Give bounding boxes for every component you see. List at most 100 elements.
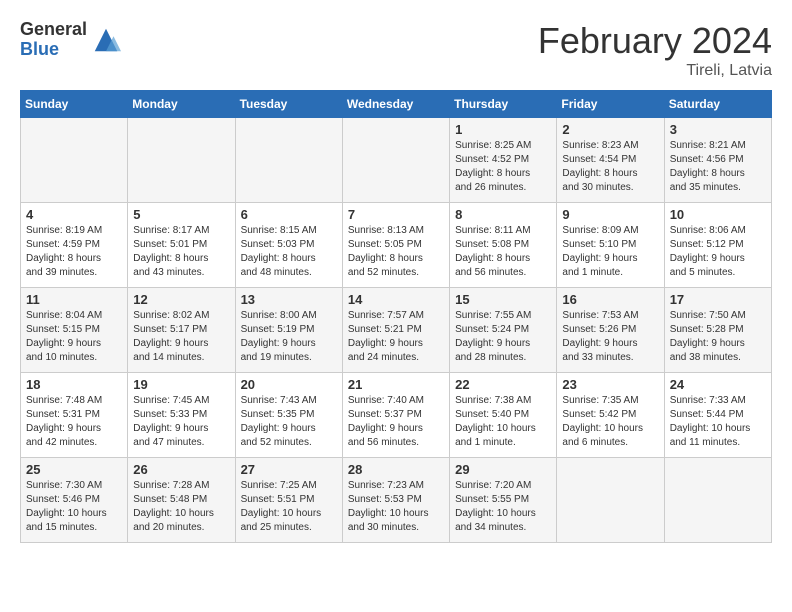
day-number: 20 — [241, 377, 337, 392]
weekday-header-wednesday: Wednesday — [342, 91, 449, 118]
day-number: 12 — [133, 292, 229, 307]
day-info: Sunrise: 7:30 AM Sunset: 5:46 PM Dayligh… — [26, 479, 122, 535]
calendar-cell: 8 Sunrise: 8:11 AM Sunset: 5:08 PM Daylig… — [450, 203, 557, 288]
day-number: 3 — [670, 122, 766, 137]
day-number: 4 — [26, 207, 122, 222]
calendar-cell: 11 Sunrise: 8:04 AM Sunset: 5:15 PM Dayli… — [21, 288, 128, 373]
calendar-cell: 14 Sunrise: 7:57 AM Sunset: 5:21 PM Dayli… — [342, 288, 449, 373]
weekday-header-friday: Friday — [557, 91, 664, 118]
day-info: Sunrise: 7:57 AM Sunset: 5:21 PM Dayligh… — [348, 309, 444, 365]
day-number: 27 — [241, 462, 337, 477]
day-info: Sunrise: 8:25 AM Sunset: 4:52 PM Dayligh… — [455, 139, 551, 195]
calendar-cell: 25 Sunrise: 7:30 AM Sunset: 5:46 PM Dayli… — [21, 458, 128, 543]
day-number: 25 — [26, 462, 122, 477]
day-number: 2 — [562, 122, 658, 137]
day-number: 19 — [133, 377, 229, 392]
day-info: Sunrise: 7:50 AM Sunset: 5:28 PM Dayligh… — [670, 309, 766, 365]
week-row-1: 1 Sunrise: 8:25 AM Sunset: 4:52 PM Daylig… — [21, 118, 772, 203]
calendar-cell: 3 Sunrise: 8:21 AM Sunset: 4:56 PM Daylig… — [664, 118, 771, 203]
day-number: 10 — [670, 207, 766, 222]
day-info: Sunrise: 7:23 AM Sunset: 5:53 PM Dayligh… — [348, 479, 444, 535]
day-number: 17 — [670, 292, 766, 307]
calendar-cell: 13Sunrise: 8:00 AM Sunset: 5:19 PM Dayli… — [235, 288, 342, 373]
day-info: Sunrise: 7:20 AM Sunset: 5:55 PM Dayligh… — [455, 479, 551, 535]
day-info: Sunrise: 7:48 AM Sunset: 5:31 PM Dayligh… — [26, 394, 122, 450]
day-number: 14 — [348, 292, 444, 307]
calendar-cell — [557, 458, 664, 543]
title-area: February 2024 Tireli, Latvia — [538, 20, 772, 80]
week-row-2: 4 Sunrise: 8:19 AM Sunset: 4:59 PM Daylig… — [21, 203, 772, 288]
day-info: Sunrise: 8:19 AM Sunset: 4:59 PM Dayligh… — [26, 224, 122, 280]
calendar-cell: 20 Sunrise: 7:43 AM Sunset: 5:35 PM Dayli… — [235, 373, 342, 458]
logo: General Blue — [20, 20, 121, 60]
day-info: Sunrise: 8:21 AM Sunset: 4:56 PM Dayligh… — [670, 139, 766, 195]
day-number: 23 — [562, 377, 658, 392]
calendar-cell — [21, 118, 128, 203]
day-info: Sunrise: 7:55 AM Sunset: 5:24 PM Dayligh… — [455, 309, 551, 365]
day-number: 16 — [562, 292, 658, 307]
day-number: 22 — [455, 377, 551, 392]
day-number: 21 — [348, 377, 444, 392]
calendar-cell: 28 Sunrise: 7:23 AM Sunset: 5:53 PM Dayli… — [342, 458, 449, 543]
weekday-header-monday: Monday — [128, 91, 235, 118]
calendar-cell — [664, 458, 771, 543]
weekday-header-thursday: Thursday — [450, 91, 557, 118]
day-info: Sunrise: 7:43 AM Sunset: 5:35 PM Dayligh… — [241, 394, 337, 450]
day-info: Sunrise: 8:09 AM Sunset: 5:10 PM Dayligh… — [562, 224, 658, 280]
day-info: Sunrise: 7:33 AM Sunset: 5:44 PM Dayligh… — [670, 394, 766, 450]
week-row-3: 11 Sunrise: 8:04 AM Sunset: 5:15 PM Dayli… — [21, 288, 772, 373]
day-number: 11 — [26, 292, 122, 307]
calendar-cell: 15 Sunrise: 7:55 AM Sunset: 5:24 PM Dayli… — [450, 288, 557, 373]
day-number: 9 — [562, 207, 658, 222]
day-info: Sunrise: 8:11 AM Sunset: 5:08 PM Dayligh… — [455, 224, 551, 280]
day-number: 24 — [670, 377, 766, 392]
day-number: 28 — [348, 462, 444, 477]
day-number: 6 — [241, 207, 337, 222]
calendar-cell: 4 Sunrise: 8:19 AM Sunset: 4:59 PM Daylig… — [21, 203, 128, 288]
week-row-5: 25 Sunrise: 7:30 AM Sunset: 5:46 PM Dayli… — [21, 458, 772, 543]
weekday-header-row: SundayMondayTuesdayWednesdayThursdayFrid… — [21, 91, 772, 118]
day-info: Sunrise: 8:06 AM Sunset: 5:12 PM Dayligh… — [670, 224, 766, 280]
day-info: Sunrise: 8:17 AM Sunset: 5:01 PM Dayligh… — [133, 224, 229, 280]
day-number: 8 — [455, 207, 551, 222]
calendar-cell: 2 Sunrise: 8:23 AM Sunset: 4:54 PM Daylig… — [557, 118, 664, 203]
day-info: Sunrise: 8:13 AM Sunset: 5:05 PM Dayligh… — [348, 224, 444, 280]
day-number: 13 — [241, 292, 337, 307]
calendar-cell: 10 Sunrise: 8:06 AM Sunset: 5:12 PM Dayli… — [664, 203, 771, 288]
calendar-cell: 17 Sunrise: 7:50 AM Sunset: 5:28 PM Dayli… — [664, 288, 771, 373]
weekday-header-saturday: Saturday — [664, 91, 771, 118]
day-info: Sunrise: 7:38 AM Sunset: 5:40 PM Dayligh… — [455, 394, 551, 450]
calendar-cell: 16 Sunrise: 7:53 AM Sunset: 5:26 PM Dayli… — [557, 288, 664, 373]
weekday-header-sunday: Sunday — [21, 91, 128, 118]
day-info: Sunrise: 7:45 AM Sunset: 5:33 PM Dayligh… — [133, 394, 229, 450]
day-info: Sunrise: 7:40 AM Sunset: 5:37 PM Dayligh… — [348, 394, 444, 450]
calendar-cell — [342, 118, 449, 203]
day-info: Sunrise: 8:02 AM Sunset: 5:17 PM Dayligh… — [133, 309, 229, 365]
day-number: 26 — [133, 462, 229, 477]
day-number: 1 — [455, 122, 551, 137]
location: Tireli, Latvia — [538, 62, 772, 80]
day-info: Sunrise: 7:53 AM Sunset: 5:26 PM Dayligh… — [562, 309, 658, 365]
calendar-cell: 24 Sunrise: 7:33 AM Sunset: 5:44 PM Dayli… — [664, 373, 771, 458]
calendar-cell: 5Sunrise: 8:17 AM Sunset: 5:01 PM Daylig… — [128, 203, 235, 288]
logo-blue: Blue — [20, 40, 87, 60]
calendar-table: SundayMondayTuesdayWednesdayThursdayFrid… — [20, 90, 772, 543]
day-number: 15 — [455, 292, 551, 307]
calendar-cell: 19 Sunrise: 7:45 AM Sunset: 5:33 PM Dayli… — [128, 373, 235, 458]
calendar-cell: 23 Sunrise: 7:35 AM Sunset: 5:42 PM Dayli… — [557, 373, 664, 458]
calendar-cell: 26 Sunrise: 7:28 AM Sunset: 5:48 PM Dayli… — [128, 458, 235, 543]
day-number: 7 — [348, 207, 444, 222]
week-row-4: 18 Sunrise: 7:48 AM Sunset: 5:31 PM Dayli… — [21, 373, 772, 458]
logo-general: General — [20, 20, 87, 40]
logo-icon — [91, 25, 121, 55]
calendar-cell — [235, 118, 342, 203]
day-info: Sunrise: 8:23 AM Sunset: 4:54 PM Dayligh… — [562, 139, 658, 195]
calendar-cell: 18 Sunrise: 7:48 AM Sunset: 5:31 PM Dayli… — [21, 373, 128, 458]
day-info: Sunrise: 7:35 AM Sunset: 5:42 PM Dayligh… — [562, 394, 658, 450]
calendar-cell: 9 Sunrise: 8:09 AM Sunset: 5:10 PM Daylig… — [557, 203, 664, 288]
day-info: Sunrise: 7:28 AM Sunset: 5:48 PM Dayligh… — [133, 479, 229, 535]
day-info: Sunrise: 8:04 AM Sunset: 5:15 PM Dayligh… — [26, 309, 122, 365]
day-info: Sunrise: 8:15 AM Sunset: 5:03 PM Dayligh… — [241, 224, 337, 280]
day-number: 29 — [455, 462, 551, 477]
day-number: 18 — [26, 377, 122, 392]
